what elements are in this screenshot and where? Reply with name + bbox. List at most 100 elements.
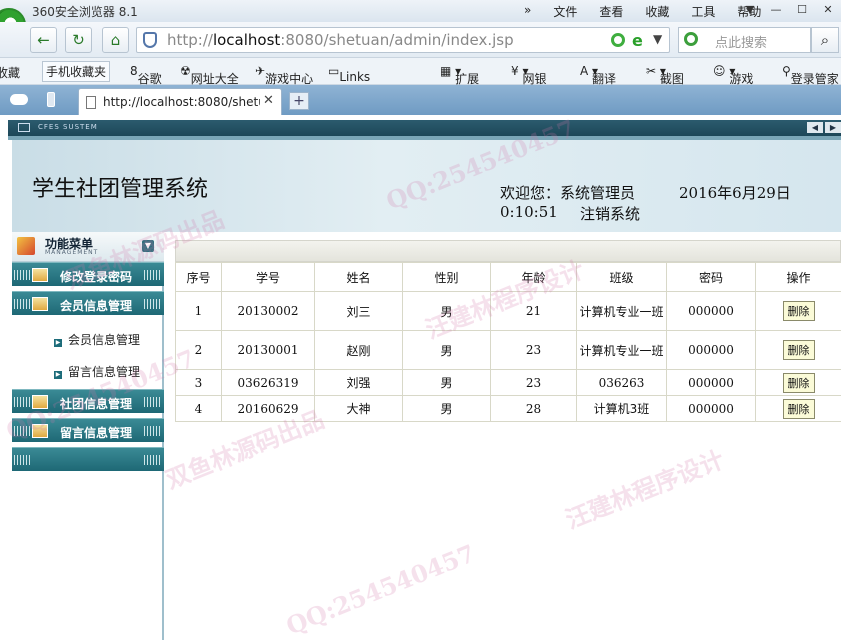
home-button[interactable]: ⌂ [102, 27, 129, 53]
sidebar-footer-bar [12, 447, 164, 471]
bookmark-game-center[interactable]: ✈ 游戏中心 [255, 64, 313, 86]
table-row: 4 20160629 大神 男 28 计算机3班 000000 删除 [175, 395, 841, 422]
cloud-icon[interactable] [10, 94, 28, 105]
maximize-icon[interactable]: ☐ [789, 0, 815, 20]
monitor-icon [18, 123, 30, 132]
folder-icon [32, 395, 48, 409]
bookmark-web-directory[interactable]: ☢ 网址大全 [180, 64, 239, 86]
bookmark-login-manager[interactable]: ⚲ 登录管家 [782, 64, 839, 86]
table-row: 3 03626319 刘强 男 23 036263 000000 删除 [175, 369, 841, 396]
bookmark-favorites[interactable]: 收藏 [0, 64, 20, 81]
column-header: 序号 [175, 262, 222, 292]
cell-action: 删除 [755, 330, 841, 370]
stripes-decoration [14, 299, 30, 309]
cell-class: 计算机专业一班 [576, 291, 667, 331]
window-controls: ▼ — ☐ ✕ [737, 0, 841, 20]
speedup-icon[interactable] [611, 33, 625, 47]
table-toolbar [175, 240, 841, 262]
cell-student-id: 03626319 [221, 369, 315, 396]
stripes-decoration [144, 426, 160, 436]
welcome-text: 欢迎您：系统管理员 [500, 184, 636, 202]
cell-class: 036263 [576, 369, 667, 396]
sidebar-item-label: 修改登录密码 [60, 270, 133, 284]
menu-tools[interactable]: 工具 [691, 3, 715, 20]
search-engine-icon[interactable] [684, 32, 698, 46]
stripes-decoration [14, 426, 30, 436]
cell-name: 大神 [314, 395, 403, 422]
new-tab-button[interactable]: + [289, 92, 309, 110]
stripes-decoration [14, 397, 30, 407]
menu-view[interactable]: 查看 [599, 3, 623, 20]
dropdown-arrow-icon[interactable]: ▼ [653, 32, 662, 46]
menu-favorites[interactable]: 收藏 [645, 3, 669, 20]
delete-button[interactable]: 删除 [782, 340, 815, 360]
bookmark-online-bank[interactable]: ¥ 网银 ▾ [511, 64, 546, 86]
refresh-button[interactable]: ↻ [65, 27, 92, 53]
bookmark-extensions[interactable]: ▦ 扩展 ▾ [440, 64, 479, 86]
stripes-decoration [14, 455, 30, 465]
sidebar-item-club-management[interactable]: 社团信息管理 [12, 389, 164, 413]
column-header: 学号 [221, 262, 315, 292]
collapse-toggle-icon[interactable]: ▼ [142, 240, 154, 252]
ie-mode-icon[interactable]: e [632, 31, 643, 50]
search-button[interactable]: ⌕ [811, 27, 839, 53]
menu-more[interactable]: » [524, 3, 531, 20]
menu-file[interactable]: 文件 [553, 3, 577, 20]
bookmark-screenshot[interactable]: ✂ 截图 ▾ [646, 64, 684, 86]
bookmark-links[interactable]: ▭ Links [328, 64, 370, 84]
strip-arrows: ◀ ▶ [805, 122, 841, 133]
phone-icon[interactable] [47, 92, 55, 107]
cell-age: 21 [490, 291, 577, 331]
bookmark-google[interactable]: 8 谷歌 [130, 64, 162, 86]
sidebar-header: 功能菜单 MANAGEMENT ▼ [12, 232, 164, 262]
bookmark-mobile-favorites[interactable]: 手机收藏夹 [42, 61, 111, 82]
column-header: 性别 [402, 262, 491, 292]
back-button[interactable]: ← [30, 27, 57, 53]
search-box[interactable]: 点此搜索 [678, 27, 811, 53]
security-shield-icon [143, 32, 157, 48]
column-header: 年龄 [490, 262, 577, 292]
browser-titlebar: 360安全浏览器 8.1 » 文件 查看 收藏 工具 帮助 ▼ — ☐ ✕ [0, 0, 841, 22]
strip-left-arrow-icon[interactable]: ◀ [807, 122, 823, 133]
minimize-icon[interactable]: — [763, 0, 789, 20]
sidebar-subitem-member-info[interactable]: ▶ 会员信息管理 [54, 331, 140, 348]
delete-button[interactable]: 删除 [782, 398, 815, 419]
bookmarks-bar: 收藏 手机收藏夹 8 谷歌 ☢ 网址大全 ✈ 游戏中心 ▭ Links ▦ 扩展… [0, 58, 841, 86]
sidebar-item-change-password[interactable]: 修改登录密码 [12, 262, 164, 286]
table-header-row: 序号 学号 姓名 性别 年龄 班级 密码 操作 [175, 262, 841, 292]
sidebar-item-label: 社团信息管理 [60, 397, 133, 411]
system-title: 学生社团管理系统 [32, 177, 209, 202]
cell-name: 刘三 [314, 291, 403, 331]
logout-link[interactable]: 注销系统 [580, 203, 640, 224]
sidebar-item-message-management[interactable]: 留言信息管理 [12, 418, 164, 442]
sidebar-item-label: 留言信息管理 [60, 426, 133, 440]
tab-close-icon[interactable]: ✕ [263, 93, 274, 108]
address-bar[interactable]: http://localhost:8080/shetuan/admin/inde… [136, 27, 670, 53]
tab-bar: http://localhost:8080/shetuan/admin ✕ + [0, 85, 841, 115]
address-url[interactable]: http://localhost:8080/shetuan/admin/inde… [167, 31, 514, 49]
delete-button[interactable]: 删除 [782, 301, 815, 321]
stripes-decoration [144, 299, 160, 309]
system-strip-label: CFES SUSTEM [38, 123, 98, 131]
column-header: 操作 [755, 262, 841, 292]
tab-current[interactable]: http://localhost:8080/shetuan/admin ✕ [78, 88, 282, 115]
cell-student-id: 20130001 [221, 330, 315, 370]
main-content: 序号 学号 姓名 性别 年龄 班级 密码 操作 1 20130002 刘三 男 … [175, 240, 841, 640]
cell-student-id: 20160629 [221, 395, 315, 422]
delete-button[interactable]: 删除 [782, 372, 815, 393]
cell-no: 1 [175, 291, 222, 331]
sidebar-subitem-message-info[interactable]: ▶ 留言信息管理 [54, 363, 140, 380]
strip-right-arrow-icon[interactable]: ▶ [825, 122, 841, 133]
system-strip: CFES SUSTEM ◀ ▶ [8, 120, 841, 136]
cell-no: 2 [175, 330, 222, 370]
skin-icon[interactable]: ▼ [737, 0, 763, 20]
cell-age: 28 [490, 395, 577, 422]
close-icon[interactable]: ✕ [815, 0, 841, 20]
cell-sex: 男 [402, 330, 491, 370]
cell-age: 23 [490, 369, 577, 396]
bookmark-translate[interactable]: A 翻译 ▾ [580, 64, 616, 86]
sidebar-item-member-management[interactable]: 会员信息管理 [12, 291, 164, 315]
bookmark-games[interactable]: ☺ 游戏 ▾ [713, 64, 753, 86]
column-header: 姓名 [314, 262, 403, 292]
web-page: CFES SUSTEM ◀ ▶ 学生社团管理系统 欢迎您：系统管理员 2016年… [0, 115, 841, 640]
